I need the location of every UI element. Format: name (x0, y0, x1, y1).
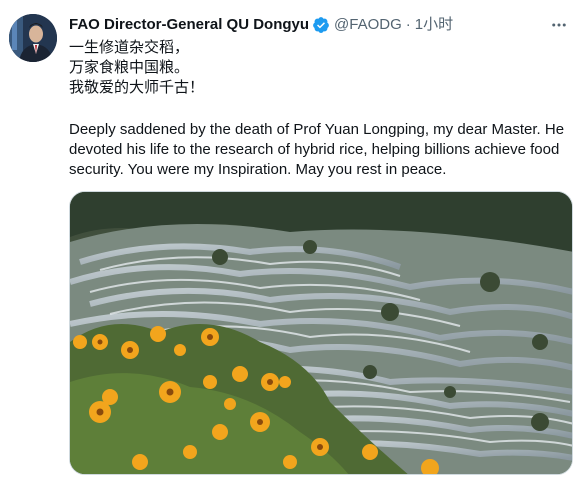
tweet-text: 一生修道杂交稻， 万家食粮中国粮。 我敬爱的大师千古！ Deeply sadde… (69, 38, 569, 180)
tweet-media-image[interactable] (69, 191, 573, 475)
tweet-text-line-3: 我敬爱的大师千古！ (69, 79, 205, 96)
avatar-photo (9, 14, 57, 62)
verified-badge-icon (312, 16, 330, 34)
rice-terraces-photo (70, 192, 572, 474)
more-options-button[interactable] (548, 14, 570, 36)
tweet-card[interactable]: FAO Director-General QU Dongyu @FAODG · … (0, 0, 586, 490)
actions-row-edge (69, 484, 79, 490)
tweet-text-line-1: 一生修道杂交稻， (69, 39, 190, 56)
separator-dot: · (405, 16, 411, 33)
tweet-text-english: Deeply saddened by the death of Prof Yua… (69, 121, 565, 178)
author-avatar[interactable] (9, 14, 57, 62)
more-horizontal-icon (552, 23, 566, 27)
tweet-timestamp[interactable]: 1小时 (415, 15, 453, 35)
tweet-text-line-2: 万家食粮中国粮。 (69, 59, 190, 76)
author-name[interactable]: FAO Director-General QU Dongyu (69, 15, 309, 35)
tweet-header: FAO Director-General QU Dongyu @FAODG · … (69, 15, 546, 35)
author-handle[interactable]: @FAODG (334, 15, 402, 35)
